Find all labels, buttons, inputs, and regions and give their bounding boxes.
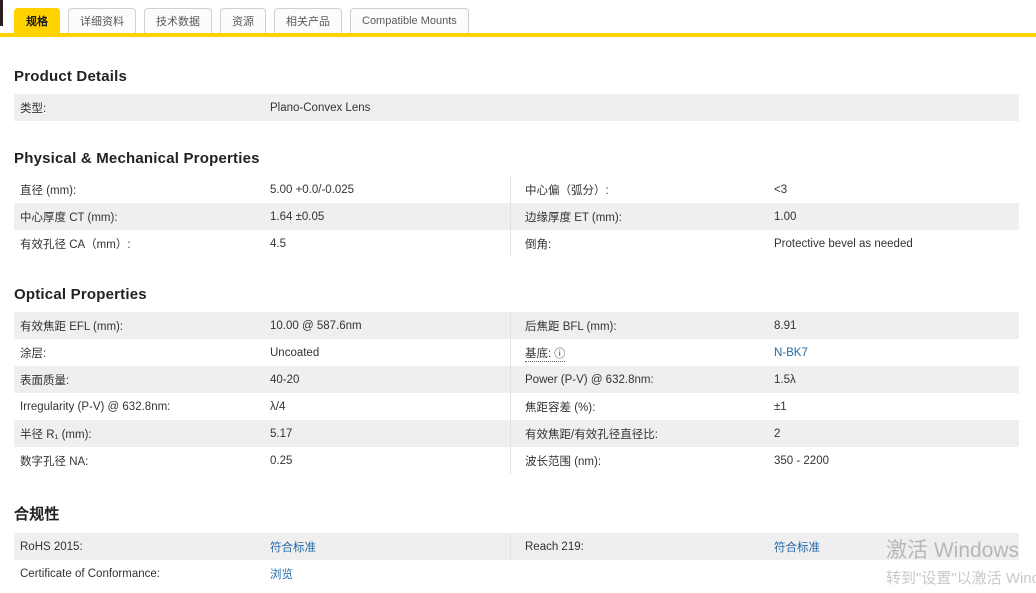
spec-value: 8.91 — [774, 319, 797, 332]
spec-cell-bevel: 倒角: Protective bevel as needed — [510, 230, 1019, 257]
spec-cell-f-number: 有效焦距/有效孔径直径比: 2 — [510, 420, 1019, 447]
spec-label: Irregularity (P-V) @ 632.8nm: — [20, 400, 171, 413]
section-title-physical-mechanical: Physical & Mechanical Properties — [14, 150, 260, 167]
spec-cell-surface-quality: 表面质量: 40-20 — [14, 366, 510, 393]
info-icon[interactable]: ⓘ — [554, 348, 565, 360]
spec-value: Plano-Convex Lens — [270, 101, 371, 114]
spec-label: 有效焦距 EFL (mm): — [20, 320, 124, 333]
spec-label: 涂层: — [20, 347, 47, 360]
spec-value: 1.64 ±0.05 — [270, 210, 325, 223]
spec-value: Protective bevel as needed — [774, 237, 913, 250]
spec-label: 后焦距 BFL (mm): — [525, 320, 617, 333]
product-details-table: 类型: Plano-Convex Lens — [14, 94, 1019, 121]
certificate-view-link[interactable]: 浏览 — [270, 569, 293, 581]
spec-cell-irregularity: Irregularity (P-V) @ 632.8nm: λ/4 — [14, 393, 510, 420]
spec-cell-na: 数字孔径 NA: 0.25 — [14, 447, 510, 474]
spec-cell-focal-tolerance: 焦距容差 (%): ±1 — [510, 393, 1019, 420]
spec-cell-efl: 有效焦距 EFL (mm): 10.00 @ 587.6nm — [14, 312, 510, 339]
spec-cell-wavelength-range: 波长范围 (nm): 350 - 2200 — [510, 447, 1019, 474]
section-title-product-details: Product Details — [14, 68, 128, 85]
spec-label: 有效孔径 CA（mm）: — [20, 238, 131, 251]
spec-cell-power: Power (P-V) @ 632.8nm: 1.5λ — [510, 366, 1019, 393]
table-row: 半径 R₁ (mm): 5.17 有效焦距/有效孔径直径比: 2 — [14, 420, 1019, 447]
spec-label: 倒角: — [525, 238, 552, 251]
tab-resources[interactable]: 资源 — [220, 8, 266, 33]
table-row: 有效孔径 CA（mm）: 4.5 倒角: Protective bevel as… — [14, 230, 1019, 257]
spec-content: Product Details 类型: Plano-Convex Lens Ph… — [0, 68, 1036, 587]
table-row: Irregularity (P-V) @ 632.8nm: λ/4 焦距容差 (… — [14, 393, 1019, 420]
spec-cell-radius: 半径 R₁ (mm): 5.17 — [14, 420, 510, 447]
table-row: 类型: Plano-Convex Lens — [14, 94, 1019, 121]
spec-label: RoHS 2015: — [20, 540, 83, 553]
spec-label: Reach 219: — [525, 540, 584, 553]
spec-value: λ/4 — [270, 400, 286, 413]
spec-value: 10.00 @ 587.6nm — [270, 319, 362, 332]
screen-edge-artifact — [0, 0, 3, 26]
spec-cell-rohs: RoHS 2015: 符合标准 — [14, 533, 510, 560]
physical-properties-table: 直径 (mm): 5.00 +0.0/-0.025 中心偏（弧分）: <3 中心… — [14, 176, 1019, 257]
table-row: 直径 (mm): 5.00 +0.0/-0.025 中心偏（弧分）: <3 — [14, 176, 1019, 203]
spec-cell-centration: 中心偏（弧分）: <3 — [510, 176, 1019, 203]
spec-value: 4.5 — [270, 237, 286, 250]
table-row: 有效焦距 EFL (mm): 10.00 @ 587.6nm 后焦距 BFL (… — [14, 312, 1019, 339]
spec-label: 类型: — [20, 102, 47, 115]
section-title-optical: Optical Properties — [14, 286, 147, 303]
table-row: 涂层: Uncoated 基底: ⓘ N-BK7 — [14, 339, 1019, 366]
spec-label: 焦距容差 (%): — [525, 401, 596, 414]
spec-cell-diameter: 直径 (mm): 5.00 +0.0/-0.025 — [14, 176, 510, 203]
spec-cell-clear-aperture: 有效孔径 CA（mm）: 4.5 — [14, 230, 510, 257]
spec-cell-certificate: Certificate of Conformance: 浏览 — [14, 560, 510, 587]
spec-value: 1.00 — [774, 210, 797, 223]
spec-value: 40-20 — [270, 373, 300, 386]
spec-value: Uncoated — [270, 346, 320, 359]
spec-label: Power (P-V) @ 632.8nm: — [525, 373, 654, 386]
spec-value: 0.25 — [270, 454, 293, 467]
spec-label: 波长范围 (nm): — [525, 455, 602, 468]
tab-technical-data[interactable]: 技术数据 — [144, 8, 212, 33]
spec-cell-edge-thickness: 边缘厚度 ET (mm): 1.00 — [510, 203, 1019, 230]
reach-compliant-link[interactable]: 符合标准 — [774, 542, 820, 554]
spec-value: 2 — [774, 427, 781, 440]
rohs-compliant-link[interactable]: 符合标准 — [270, 542, 316, 554]
spec-label: Certificate of Conformance: — [20, 567, 160, 580]
spec-cell-type: 类型: Plano-Convex Lens — [14, 94, 510, 121]
spec-cell-reach: Reach 219: 符合标准 — [510, 533, 1019, 560]
table-row: 表面质量: 40-20 Power (P-V) @ 632.8nm: 1.5λ — [14, 366, 1019, 393]
spec-value: ±1 — [774, 400, 787, 413]
spec-label: 边缘厚度 ET (mm): — [525, 211, 622, 224]
spec-value: 350 - 2200 — [774, 454, 829, 467]
spec-value: 1.5λ — [774, 373, 796, 386]
table-row: RoHS 2015: 符合标准 Reach 219: 符合标准 — [14, 533, 1019, 560]
tab-compatible-mounts[interactable]: Compatible Mounts — [350, 8, 469, 33]
spec-cell-substrate: 基底: ⓘ N-BK7 — [510, 339, 1019, 366]
spec-label: 中心偏（弧分）: — [525, 184, 609, 197]
table-row: 中心厚度 CT (mm): 1.64 ±0.05 边缘厚度 ET (mm): 1… — [14, 203, 1019, 230]
spec-label: 直径 (mm): — [20, 184, 77, 197]
spec-value: 5.00 +0.0/-0.025 — [270, 183, 355, 196]
section-title-compliance: 合规性 — [14, 506, 60, 523]
table-row: Certificate of Conformance: 浏览 — [14, 560, 1019, 587]
spec-label: 基底: ⓘ — [525, 345, 774, 362]
tab-related-products[interactable]: 相关产品 — [274, 8, 342, 33]
spec-value: 5.17 — [270, 427, 293, 440]
table-row: 数字孔径 NA: 0.25 波长范围 (nm): 350 - 2200 — [14, 447, 1019, 474]
spec-label: 表面质量: — [20, 374, 70, 387]
substrate-link[interactable]: N-BK7 — [774, 347, 808, 359]
spec-cell-coating: 涂层: Uncoated — [14, 339, 510, 366]
spec-cell-bfl: 后焦距 BFL (mm): 8.91 — [510, 312, 1019, 339]
tab-bar: 规格 详细资料 技术数据 资源 相关产品 Compatible Mounts — [0, 0, 1036, 37]
tab-specifications[interactable]: 规格 — [14, 8, 60, 33]
spec-label: 有效焦距/有效孔径直径比: — [525, 428, 658, 441]
spec-label: 数字孔径 NA: — [20, 455, 89, 468]
spec-label: 半径 R₁ (mm): — [20, 428, 92, 441]
spec-label: 中心厚度 CT (mm): — [20, 211, 118, 224]
spec-cell-center-thickness: 中心厚度 CT (mm): 1.64 ±0.05 — [14, 203, 510, 230]
tab-detailed-info[interactable]: 详细资料 — [68, 8, 136, 33]
spec-value: <3 — [774, 183, 788, 196]
compliance-table: RoHS 2015: 符合标准 Reach 219: 符合标准 Certific… — [14, 533, 1019, 587]
substrate-label: 基底: — [525, 347, 552, 360]
optical-properties-table: 有效焦距 EFL (mm): 10.00 @ 587.6nm 后焦距 BFL (… — [14, 312, 1019, 474]
